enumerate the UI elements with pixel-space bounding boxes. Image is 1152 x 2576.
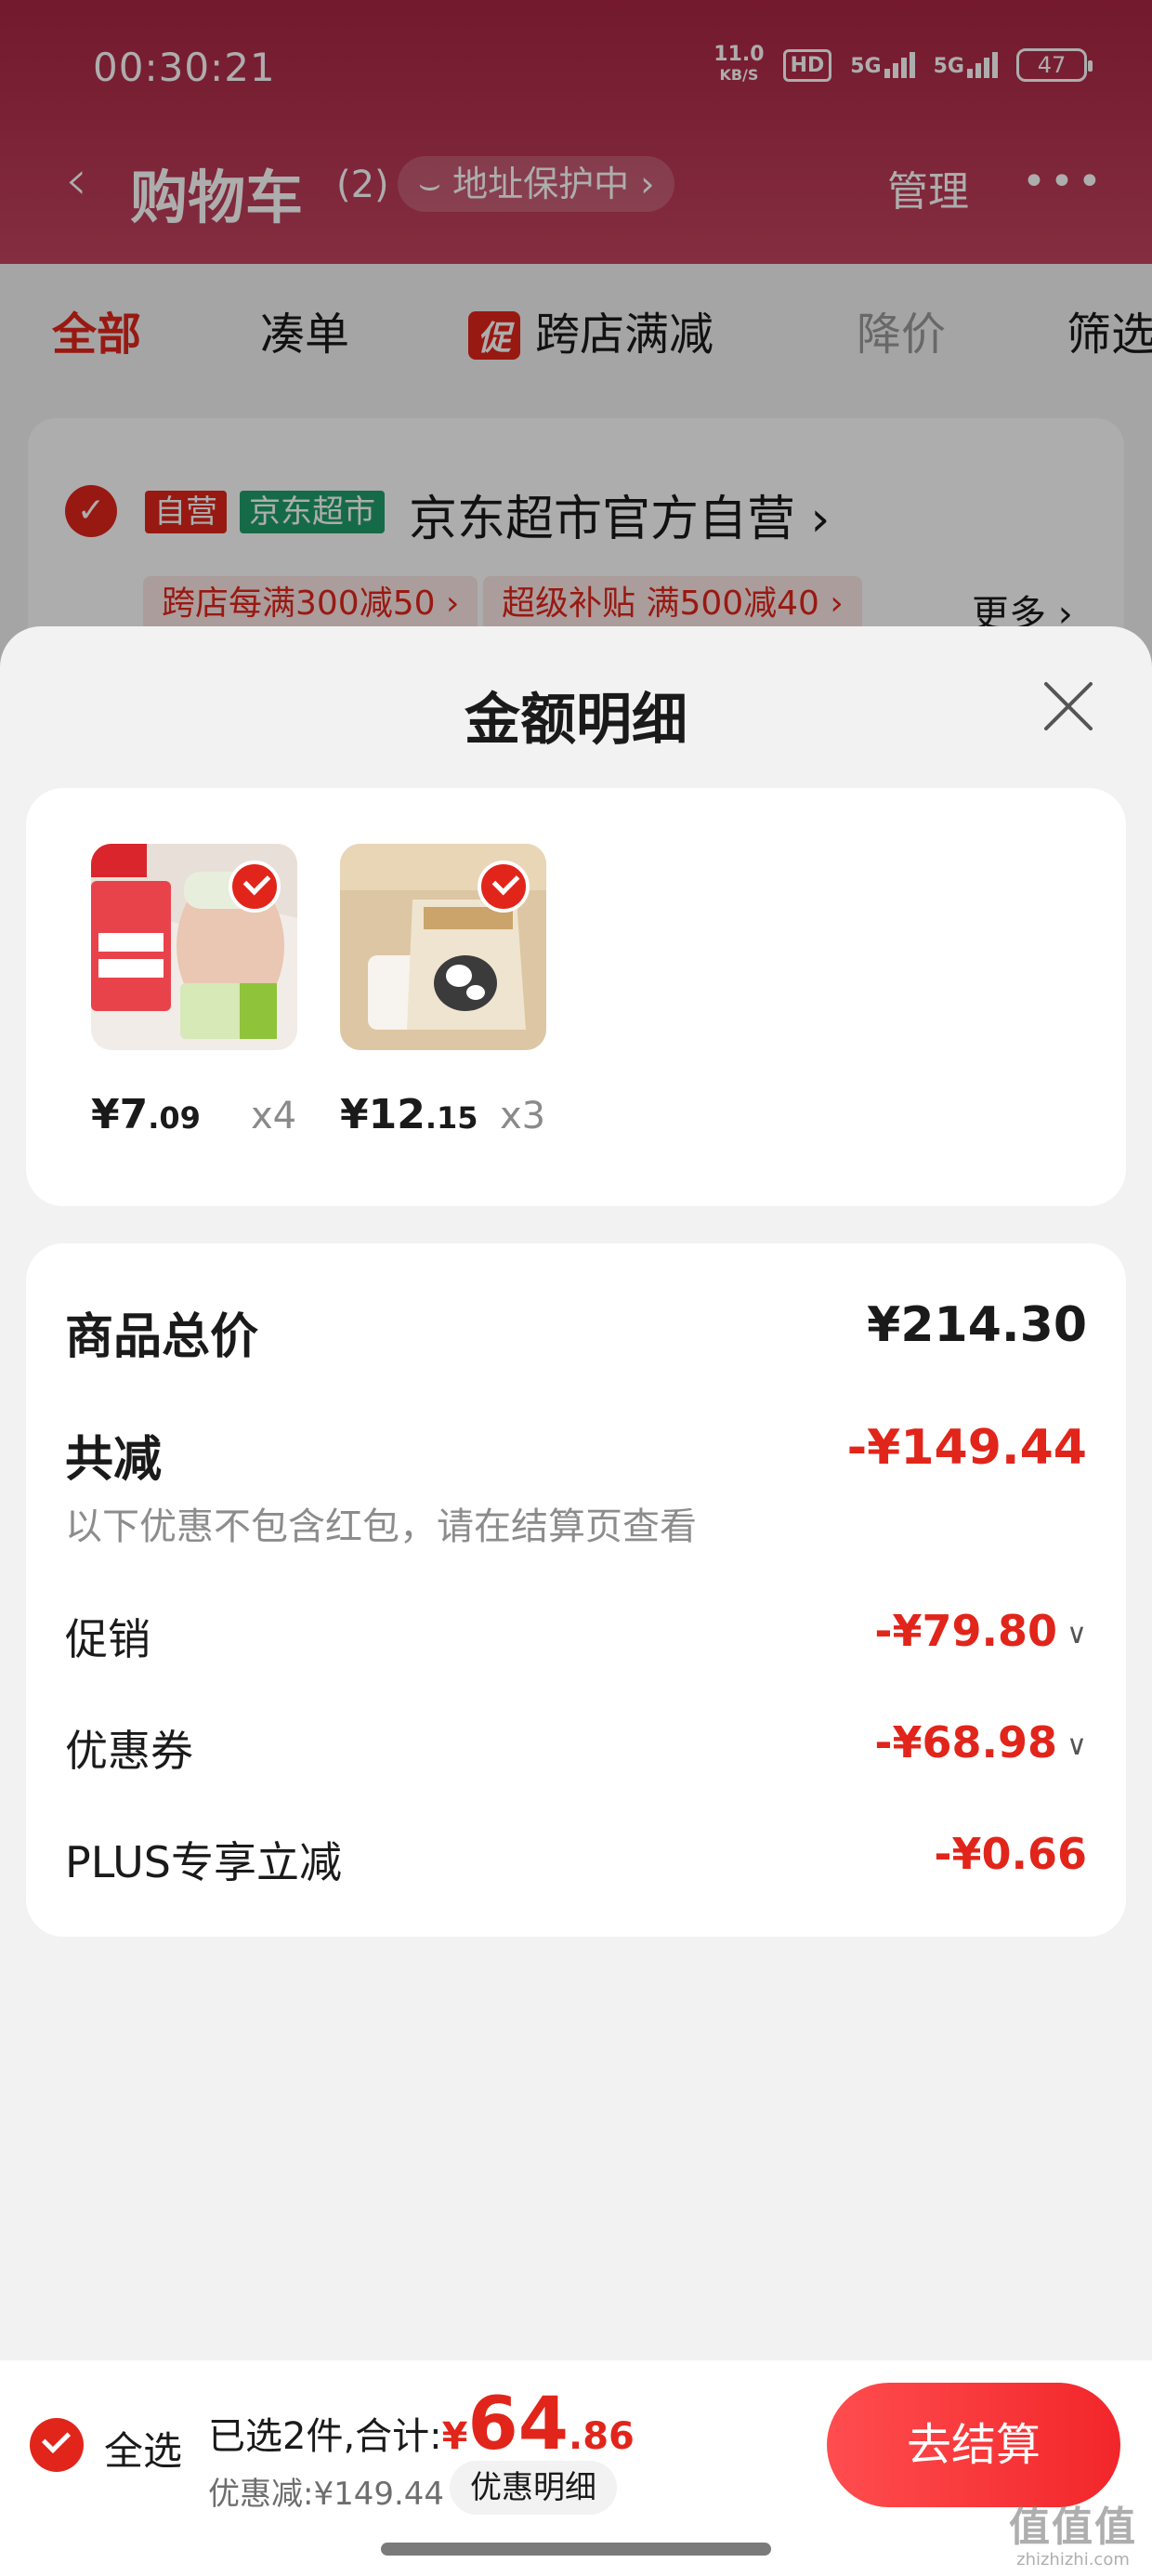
home-indicator[interactable] bbox=[381, 2543, 771, 2556]
item-quantity: x4 bbox=[251, 1095, 297, 1137]
sheet-title: 金额明细 bbox=[465, 688, 687, 753]
product-thumbnail[interactable] bbox=[340, 844, 546, 1050]
total-value: ¥214.30 bbox=[867, 1297, 1087, 1353]
item-check-icon[interactable] bbox=[478, 861, 530, 913]
reduce-label: 共减 bbox=[65, 1432, 163, 1488]
selected-items-card: ¥7.09 x4 ¥12.15 x3 bbox=[26, 788, 1126, 1206]
item-price: ¥7.09 bbox=[91, 1091, 201, 1138]
plus-label: PLUS专享立减 bbox=[65, 1837, 342, 1887]
reduce-value: -¥149.44 bbox=[846, 1420, 1087, 1476]
promo-value: -¥79.80 ∨ bbox=[874, 1606, 1087, 1656]
price-summary-card: 商品总价 ¥214.30 共减 -¥149.44 以下优惠不包含红包，请在结算页… bbox=[26, 1243, 1126, 1937]
product-thumbnail[interactable] bbox=[91, 844, 297, 1050]
chevron-down-icon[interactable]: ∨ bbox=[1067, 1618, 1087, 1650]
watermark: 值值值 zhizhizhi.com bbox=[1009, 2504, 1137, 2570]
checkout-button[interactable]: 去结算 bbox=[827, 2383, 1120, 2507]
chevron-down-icon[interactable]: ∨ bbox=[1067, 1729, 1087, 1762]
discount-detail-button[interactable]: 优惠明细 bbox=[450, 2461, 617, 2515]
select-all-check-icon[interactable] bbox=[30, 2418, 84, 2472]
item-price: ¥12.15 bbox=[340, 1091, 478, 1138]
promo-label: 促销 bbox=[65, 1614, 151, 1664]
plus-value: -¥0.66 bbox=[934, 1829, 1087, 1879]
item-quantity: x3 bbox=[500, 1095, 546, 1137]
item-check-icon[interactable] bbox=[229, 861, 281, 913]
close-icon[interactable] bbox=[1041, 678, 1096, 734]
coupon-label: 优惠券 bbox=[65, 1726, 193, 1776]
selected-total: 已选2件,合计:¥64.86 bbox=[208, 2383, 635, 2466]
total-label: 商品总价 bbox=[65, 1309, 259, 1365]
discount-text: 优惠减:¥149.44 bbox=[208, 2476, 445, 2513]
amount-detail-sheet: 金额明细 ¥7.09 x4 ¥12.15 x3 商品总价 ¥214.30 共减 … bbox=[0, 626, 1152, 2576]
coupon-value: -¥68.98 ∨ bbox=[874, 1717, 1087, 1768]
reduce-note: 以下优惠不包含红包，请在结算页查看 bbox=[65, 1505, 697, 1548]
select-all-label[interactable]: 全选 bbox=[104, 2420, 182, 2477]
